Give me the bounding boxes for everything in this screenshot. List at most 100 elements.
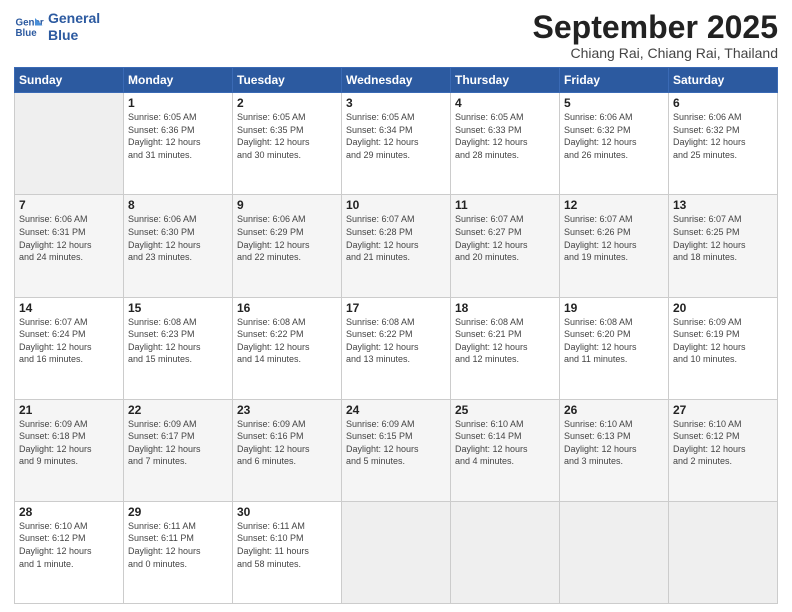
- logo-general: General: [48, 10, 100, 27]
- calendar-header: SundayMondayTuesdayWednesdayThursdayFrid…: [15, 68, 778, 93]
- calendar-cell: [560, 501, 669, 603]
- calendar-cell: 18Sunrise: 6:08 AM Sunset: 6:21 PM Dayli…: [451, 297, 560, 399]
- day-number: 27: [673, 403, 773, 417]
- header: General Blue General Blue September 2025…: [14, 10, 778, 61]
- day-info: Sunrise: 6:10 AM Sunset: 6:12 PM Dayligh…: [19, 520, 119, 570]
- day-number: 25: [455, 403, 555, 417]
- calendar-cell: 21Sunrise: 6:09 AM Sunset: 6:18 PM Dayli…: [15, 399, 124, 501]
- day-info: Sunrise: 6:07 AM Sunset: 6:28 PM Dayligh…: [346, 213, 446, 263]
- calendar-cell: 10Sunrise: 6:07 AM Sunset: 6:28 PM Dayli…: [342, 195, 451, 297]
- day-number: 11: [455, 198, 555, 212]
- day-number: 16: [237, 301, 337, 315]
- day-number: 10: [346, 198, 446, 212]
- day-info: Sunrise: 6:09 AM Sunset: 6:17 PM Dayligh…: [128, 418, 228, 468]
- calendar-cell: 7Sunrise: 6:06 AM Sunset: 6:31 PM Daylig…: [15, 195, 124, 297]
- day-info: Sunrise: 6:05 AM Sunset: 6:34 PM Dayligh…: [346, 111, 446, 161]
- day-info: Sunrise: 6:05 AM Sunset: 6:33 PM Dayligh…: [455, 111, 555, 161]
- calendar-body: 1Sunrise: 6:05 AM Sunset: 6:36 PM Daylig…: [15, 93, 778, 604]
- day-number: 24: [346, 403, 446, 417]
- calendar-cell: 13Sunrise: 6:07 AM Sunset: 6:25 PM Dayli…: [669, 195, 778, 297]
- calendar-cell: 25Sunrise: 6:10 AM Sunset: 6:14 PM Dayli…: [451, 399, 560, 501]
- day-info: Sunrise: 6:05 AM Sunset: 6:35 PM Dayligh…: [237, 111, 337, 161]
- day-number: 22: [128, 403, 228, 417]
- day-info: Sunrise: 6:06 AM Sunset: 6:29 PM Dayligh…: [237, 213, 337, 263]
- calendar-week-row: 7Sunrise: 6:06 AM Sunset: 6:31 PM Daylig…: [15, 195, 778, 297]
- day-info: Sunrise: 6:07 AM Sunset: 6:25 PM Dayligh…: [673, 213, 773, 263]
- day-number: 1: [128, 96, 228, 110]
- day-number: 6: [673, 96, 773, 110]
- calendar-cell: 2Sunrise: 6:05 AM Sunset: 6:35 PM Daylig…: [233, 93, 342, 195]
- calendar-cell: 15Sunrise: 6:08 AM Sunset: 6:23 PM Dayli…: [124, 297, 233, 399]
- day-info: Sunrise: 6:09 AM Sunset: 6:15 PM Dayligh…: [346, 418, 446, 468]
- day-number: 5: [564, 96, 664, 110]
- day-info: Sunrise: 6:06 AM Sunset: 6:30 PM Dayligh…: [128, 213, 228, 263]
- calendar-cell: 1Sunrise: 6:05 AM Sunset: 6:36 PM Daylig…: [124, 93, 233, 195]
- logo-icon: General Blue: [14, 12, 44, 42]
- calendar-cell: 17Sunrise: 6:08 AM Sunset: 6:22 PM Dayli…: [342, 297, 451, 399]
- day-of-week-header: Saturday: [669, 68, 778, 93]
- day-info: Sunrise: 6:11 AM Sunset: 6:10 PM Dayligh…: [237, 520, 337, 570]
- calendar-cell: 14Sunrise: 6:07 AM Sunset: 6:24 PM Dayli…: [15, 297, 124, 399]
- day-number: 13: [673, 198, 773, 212]
- calendar-cell: [669, 501, 778, 603]
- calendar-cell: [451, 501, 560, 603]
- day-info: Sunrise: 6:11 AM Sunset: 6:11 PM Dayligh…: [128, 520, 228, 570]
- calendar-table: SundayMondayTuesdayWednesdayThursdayFrid…: [14, 67, 778, 604]
- calendar-cell: 22Sunrise: 6:09 AM Sunset: 6:17 PM Dayli…: [124, 399, 233, 501]
- day-info: Sunrise: 6:10 AM Sunset: 6:13 PM Dayligh…: [564, 418, 664, 468]
- location-title: Chiang Rai, Chiang Rai, Thailand: [533, 45, 778, 61]
- title-area: September 2025 Chiang Rai, Chiang Rai, T…: [533, 10, 778, 61]
- day-number: 30: [237, 505, 337, 519]
- day-info: Sunrise: 6:08 AM Sunset: 6:22 PM Dayligh…: [237, 316, 337, 366]
- day-number: 8: [128, 198, 228, 212]
- calendar-cell: 29Sunrise: 6:11 AM Sunset: 6:11 PM Dayli…: [124, 501, 233, 603]
- day-info: Sunrise: 6:07 AM Sunset: 6:26 PM Dayligh…: [564, 213, 664, 263]
- day-info: Sunrise: 6:08 AM Sunset: 6:23 PM Dayligh…: [128, 316, 228, 366]
- calendar-cell: 5Sunrise: 6:06 AM Sunset: 6:32 PM Daylig…: [560, 93, 669, 195]
- calendar-cell: 20Sunrise: 6:09 AM Sunset: 6:19 PM Dayli…: [669, 297, 778, 399]
- day-info: Sunrise: 6:08 AM Sunset: 6:21 PM Dayligh…: [455, 316, 555, 366]
- calendar-cell: 6Sunrise: 6:06 AM Sunset: 6:32 PM Daylig…: [669, 93, 778, 195]
- day-number: 17: [346, 301, 446, 315]
- calendar-cell: 19Sunrise: 6:08 AM Sunset: 6:20 PM Dayli…: [560, 297, 669, 399]
- calendar-cell: 26Sunrise: 6:10 AM Sunset: 6:13 PM Dayli…: [560, 399, 669, 501]
- calendar-cell: 9Sunrise: 6:06 AM Sunset: 6:29 PM Daylig…: [233, 195, 342, 297]
- day-info: Sunrise: 6:08 AM Sunset: 6:20 PM Dayligh…: [564, 316, 664, 366]
- day-of-week-header: Thursday: [451, 68, 560, 93]
- day-info: Sunrise: 6:07 AM Sunset: 6:24 PM Dayligh…: [19, 316, 119, 366]
- calendar-week-row: 21Sunrise: 6:09 AM Sunset: 6:18 PM Dayli…: [15, 399, 778, 501]
- day-info: Sunrise: 6:10 AM Sunset: 6:14 PM Dayligh…: [455, 418, 555, 468]
- calendar-cell: 16Sunrise: 6:08 AM Sunset: 6:22 PM Dayli…: [233, 297, 342, 399]
- calendar-cell: 3Sunrise: 6:05 AM Sunset: 6:34 PM Daylig…: [342, 93, 451, 195]
- calendar-cell: 12Sunrise: 6:07 AM Sunset: 6:26 PM Dayli…: [560, 195, 669, 297]
- day-number: 28: [19, 505, 119, 519]
- day-info: Sunrise: 6:08 AM Sunset: 6:22 PM Dayligh…: [346, 316, 446, 366]
- calendar-cell: 23Sunrise: 6:09 AM Sunset: 6:16 PM Dayli…: [233, 399, 342, 501]
- day-of-week-header: Friday: [560, 68, 669, 93]
- day-info: Sunrise: 6:09 AM Sunset: 6:18 PM Dayligh…: [19, 418, 119, 468]
- day-number: 14: [19, 301, 119, 315]
- day-of-week-header: Monday: [124, 68, 233, 93]
- day-number: 19: [564, 301, 664, 315]
- day-of-week-header: Wednesday: [342, 68, 451, 93]
- day-info: Sunrise: 6:06 AM Sunset: 6:32 PM Dayligh…: [673, 111, 773, 161]
- calendar-cell: [342, 501, 451, 603]
- calendar-cell: 11Sunrise: 6:07 AM Sunset: 6:27 PM Dayli…: [451, 195, 560, 297]
- day-info: Sunrise: 6:06 AM Sunset: 6:31 PM Dayligh…: [19, 213, 119, 263]
- day-info: Sunrise: 6:05 AM Sunset: 6:36 PM Dayligh…: [128, 111, 228, 161]
- day-number: 26: [564, 403, 664, 417]
- month-title: September 2025: [533, 10, 778, 45]
- day-info: Sunrise: 6:07 AM Sunset: 6:27 PM Dayligh…: [455, 213, 555, 263]
- day-number: 29: [128, 505, 228, 519]
- calendar-cell: 30Sunrise: 6:11 AM Sunset: 6:10 PM Dayli…: [233, 501, 342, 603]
- day-info: Sunrise: 6:10 AM Sunset: 6:12 PM Dayligh…: [673, 418, 773, 468]
- calendar-cell: [15, 93, 124, 195]
- calendar-cell: 8Sunrise: 6:06 AM Sunset: 6:30 PM Daylig…: [124, 195, 233, 297]
- calendar-cell: 28Sunrise: 6:10 AM Sunset: 6:12 PM Dayli…: [15, 501, 124, 603]
- page: General Blue General Blue September 2025…: [0, 0, 792, 612]
- day-header-row: SundayMondayTuesdayWednesdayThursdayFrid…: [15, 68, 778, 93]
- day-number: 3: [346, 96, 446, 110]
- day-number: 4: [455, 96, 555, 110]
- day-number: 20: [673, 301, 773, 315]
- day-info: Sunrise: 6:09 AM Sunset: 6:19 PM Dayligh…: [673, 316, 773, 366]
